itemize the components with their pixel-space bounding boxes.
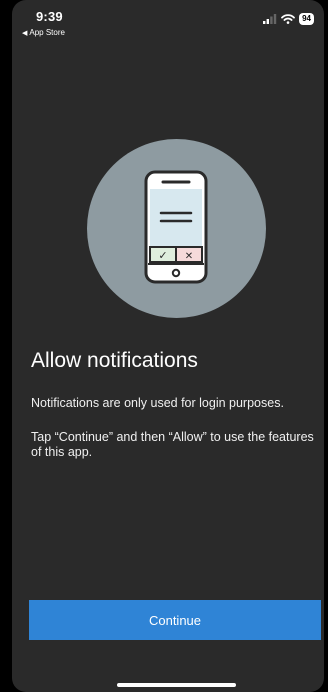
page-title: Allow notifications [31, 349, 198, 372]
battery-level: 94 [299, 13, 314, 25]
continue-button[interactable]: Continue [29, 600, 321, 640]
phone-screen [150, 189, 202, 247]
cross-icon: ✕ [185, 251, 193, 262]
back-to-app-store-label: App Store [29, 28, 65, 37]
status-indicators: 94 [263, 13, 314, 25]
back-to-app-store-link[interactable]: ◀ App Store [22, 28, 65, 37]
back-arrow-icon: ◀ [22, 29, 28, 37]
screen: 9:39 ◀ App Store 94 ✓ ✕ Allow notificati… [0, 0, 328, 692]
notification-purpose-text: Notifications are only used for login pu… [31, 396, 284, 410]
instruction-text: Tap “Continue” and then “Allow” to use t… [31, 430, 314, 459]
status-time: 9:39 [36, 9, 63, 24]
check-icon: ✓ [158, 249, 167, 262]
phone-notification-illustration: ✓ ✕ [87, 139, 266, 318]
home-indicator[interactable] [117, 683, 236, 687]
wifi-icon [281, 14, 295, 24]
status-bar: 9:39 ◀ App Store 94 [0, 0, 328, 50]
cellular-signal-icon [263, 14, 277, 24]
sheet-background [12, 0, 324, 692]
